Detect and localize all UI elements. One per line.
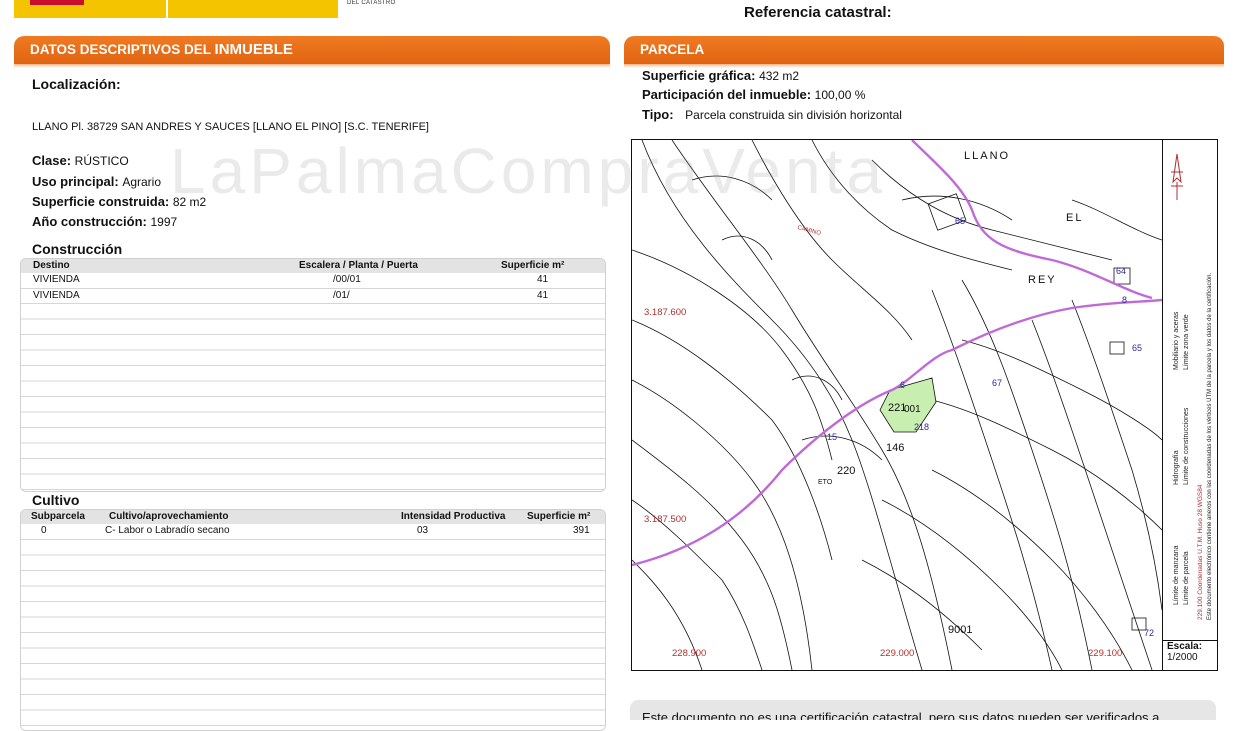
uso-row: Uso principal: Agrario	[32, 174, 161, 189]
col-cultivo: Cultivo/aprovechamiento	[109, 511, 228, 522]
col-superficie: Superficie m²	[527, 511, 590, 522]
coord-y-1: 3.187.600	[644, 307, 686, 318]
parcel-label: 146	[886, 442, 904, 454]
participacion-label: Participación del inmueble:	[642, 87, 811, 102]
clase-value: RÚSTICO	[75, 154, 129, 168]
parcel-label: ETO	[818, 479, 832, 486]
cell-escalera: /00/01	[333, 274, 361, 285]
col-superficie: Superficie m²	[501, 260, 564, 271]
superficie-label: Superficie construida:	[32, 194, 169, 209]
sup-grafica-row: Superficie gráfica: 432 m2	[642, 68, 799, 83]
legend-electronic-note: Este documento electrónico contiene anex…	[1207, 273, 1213, 620]
cultivo-table-header: Subparcela Cultivo/aprovechamiento Inten…	[21, 510, 605, 524]
parcel-label: 218	[914, 422, 929, 432]
place-label-llano: LLANO	[964, 150, 1010, 162]
cell-superficie: 41	[537, 274, 548, 285]
referencia-catastral-label: Referencia catastral:	[744, 4, 892, 21]
uso-value: Agrario	[122, 175, 161, 189]
tipo-label: Tipo:	[642, 107, 674, 122]
cell-subparcela: 0	[41, 525, 47, 536]
col-subparcela: Subparcela	[31, 511, 85, 522]
table-row: 0 C- Labor o Labradío secano 03 391	[21, 524, 605, 540]
scale-value: 1/2000	[1167, 652, 1218, 663]
uso-label: Uso principal:	[32, 174, 119, 189]
clase-row: Clase: RÚSTICO	[32, 153, 129, 168]
legend-parcela: Límite de parcela	[1183, 551, 1190, 605]
cell-destino: VIVIENDA	[33, 290, 80, 301]
legend-zona-verde: Límite zona verde	[1183, 314, 1190, 370]
legend-coords-note: 229.100 Coordenadas U.T.M. Huso 28 WGS84	[1197, 485, 1204, 621]
superficie-value: 82 m2	[173, 195, 206, 209]
localizacion-value: LLANO Pl. 38729 SAN ANDRES Y SAUCES [LLA…	[32, 121, 429, 133]
superficie-row: Superficie construida: 82 m2	[32, 194, 206, 209]
cultivo-title: Cultivo	[32, 492, 79, 508]
cell-cultivo: C- Labor o Labradío secano	[105, 525, 230, 536]
sup-grafica-label: Superficie gráfica:	[642, 68, 755, 83]
place-label-rey: REY	[1028, 274, 1057, 286]
table-row: VIVIENDA /01/ 41	[21, 289, 605, 305]
place-label-el: EL	[1066, 212, 1083, 224]
parcel-label: 001	[904, 404, 921, 415]
datos-descriptivos-panel: DATOS DESCRIPTIVOS DEL INMUEBLE	[14, 36, 610, 68]
parcel-label: 6	[900, 380, 905, 390]
col-escalera: Escalera / Planta / Puerta	[299, 260, 418, 271]
cell-superficie: 391	[573, 525, 590, 536]
coat-of-arms-icon	[30, 0, 84, 5]
legend-manzana: Límite de manzana	[1173, 545, 1180, 605]
construccion-empty-rows	[21, 304, 605, 492]
north-arrow-icon	[1167, 152, 1187, 202]
parcel-label: 67	[992, 378, 1002, 388]
anio-row: Año construcción: 1997	[32, 214, 177, 229]
scale-box: Escala: 1/2000	[1163, 640, 1218, 670]
cadastral-map: LLANO EL REY CAMINO 3.187.600 3.187.500 …	[631, 139, 1218, 671]
table-row: VIVIENDA /00/01 41	[21, 273, 605, 289]
cell-superficie: 41	[537, 290, 548, 301]
participacion-value: 100,00 %	[815, 88, 866, 102]
legend-hidrografia: Hidrografía	[1173, 450, 1180, 485]
parcel-label: 8	[1122, 295, 1127, 305]
clase-label: Clase:	[32, 153, 71, 168]
coord-y-2: 3.187.500	[644, 514, 686, 525]
coord-x-3: 229.100	[1088, 648, 1122, 659]
datos-descriptivos-header: DATOS DESCRIPTIVOS DEL INMUEBLE	[14, 36, 610, 64]
legend-mobiliario: Mobiliario y aceras	[1173, 312, 1180, 370]
participacion-row: Participación del inmueble: 100,00 %	[642, 87, 865, 102]
header-title-prefix: DATOS DESCRIPTIVOS DEL	[30, 42, 215, 57]
cultivo-table: Subparcela Cultivo/aprovechamiento Inten…	[20, 509, 606, 731]
cell-intensidad: 03	[417, 525, 428, 536]
localizacion-label: Localización:	[32, 76, 121, 92]
map-legend: Límite de manzana Límite de parcela Hidr…	[1162, 140, 1218, 670]
construccion-table: Destino Escalera / Planta / Puerta Super…	[20, 258, 606, 492]
tipo-value: Parcela construida sin división horizont…	[685, 108, 902, 122]
col-destino: Destino	[33, 260, 70, 271]
anio-value: 1997	[150, 215, 177, 229]
catastro-logo-text: DEL CATASTRO	[347, 0, 396, 6]
parcel-label: 65	[1132, 343, 1142, 353]
coord-x-2: 229.000	[880, 648, 914, 659]
construccion-table-header: Destino Escalera / Planta / Puerta Super…	[21, 259, 605, 273]
sup-grafica-value: 432 m2	[759, 69, 799, 83]
legend-construcciones: Límite de construcciones	[1183, 408, 1190, 485]
parcela-header: PARCELA	[624, 36, 1224, 64]
parcel-label: 65	[955, 216, 965, 226]
header-shadow	[14, 64, 610, 68]
bottom-note: Este documento no es una certificación c…	[630, 700, 1216, 720]
scale-label: Escala:	[1167, 641, 1218, 652]
parcel-label: 9001	[948, 624, 972, 636]
parcel-label: 72	[1144, 628, 1154, 638]
cultivo-empty-rows	[21, 540, 605, 731]
cell-escalera: /01/	[333, 290, 350, 301]
cell-destino: VIVIENDA	[33, 274, 80, 285]
header-title-emph: INMUEBLE	[215, 41, 293, 58]
anio-label: Año construcción:	[32, 214, 147, 229]
tipo-row: Tipo: Parcela construida sin división ho…	[642, 107, 902, 122]
parcela-panel: PARCELA	[624, 36, 1224, 68]
parcel-label: 220	[837, 465, 855, 477]
coord-x-1: 228.900	[672, 648, 706, 659]
construccion-title: Construcción	[32, 241, 122, 257]
col-intensidad: Intensidad Productiva	[401, 511, 505, 522]
parcel-label: 15	[827, 432, 837, 442]
parcel-label: 64	[1116, 266, 1126, 276]
catastro-logo-band	[168, 0, 338, 18]
